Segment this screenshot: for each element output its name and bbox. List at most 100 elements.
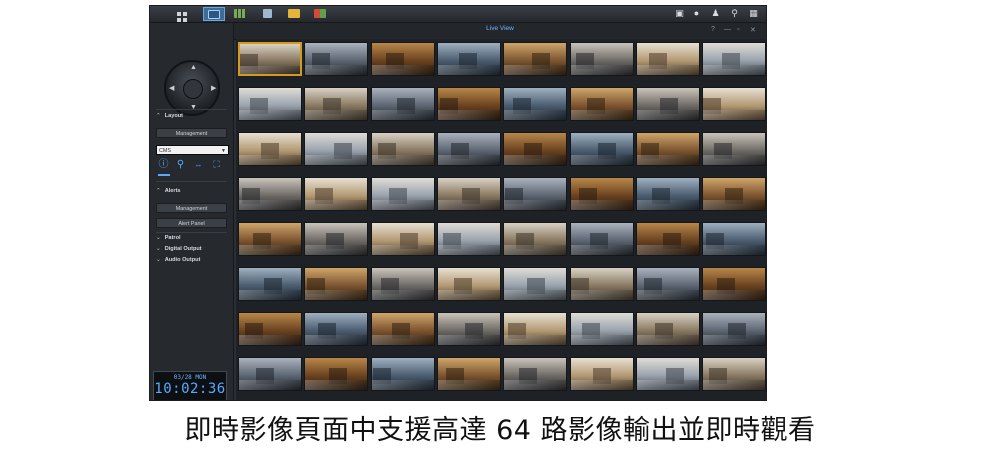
- widgets-icon[interactable]: ▦: [748, 8, 759, 19]
- camera-tile[interactable]: [238, 87, 302, 121]
- camera-tile[interactable]: [702, 357, 766, 391]
- camera-tile[interactable]: [635, 132, 700, 166]
- camera-tile[interactable]: [238, 267, 302, 301]
- camera-tile[interactable]: [238, 42, 302, 76]
- folder-app-button[interactable]: [284, 7, 306, 21]
- help-button[interactable]: ?: [711, 26, 715, 33]
- camera-tile[interactable]: [569, 177, 634, 211]
- camera-tile[interactable]: [635, 267, 700, 301]
- camera-tile[interactable]: [702, 267, 766, 301]
- camera-tile[interactable]: [503, 177, 568, 211]
- camera-tile[interactable]: [635, 87, 700, 121]
- camera-tile[interactable]: [503, 357, 568, 391]
- location-pin-icon[interactable]: ⚲: [175, 159, 186, 170]
- main-menu-button[interactable]: [172, 7, 194, 22]
- camera-tile[interactable]: [702, 312, 766, 346]
- camera-tile[interactable]: [370, 177, 435, 211]
- camera-tile[interactable]: [436, 312, 501, 346]
- alerts-management-button[interactable]: Management: [156, 203, 227, 213]
- camera-tile[interactable]: [436, 267, 501, 301]
- camera-tile[interactable]: [370, 222, 435, 256]
- camera-tile[interactable]: [304, 177, 369, 211]
- digital-output-section-header[interactable]: ⌄ Digital Output: [156, 246, 202, 252]
- camera-tile[interactable]: [436, 177, 501, 211]
- camera-tile[interactable]: [635, 42, 700, 76]
- camera-tile[interactable]: [304, 222, 369, 256]
- camera-feed-highlight: [371, 380, 434, 390]
- camera-tile[interactable]: [238, 177, 302, 211]
- minimize-button[interactable]: —: [724, 26, 731, 33]
- camera-tile[interactable]: [569, 42, 634, 76]
- camera-tile[interactable]: [635, 222, 700, 256]
- camera-tile[interactable]: [503, 132, 568, 166]
- ptz-left-arrow-icon[interactable]: ◀: [169, 84, 174, 92]
- camera-feed-highlight: [305, 65, 368, 75]
- camera-tile[interactable]: [569, 312, 634, 346]
- camera-tile[interactable]: [238, 312, 302, 346]
- ptz-control-pad[interactable]: ▲ ▼ ◀ ▶: [164, 60, 220, 116]
- layout-dropdown[interactable]: CMS ▼: [156, 145, 229, 155]
- alert-panel-button[interactable]: Alert Panel: [156, 218, 227, 228]
- camera-tile[interactable]: [370, 312, 435, 346]
- camera-tile[interactable]: [304, 87, 369, 121]
- live-view-app-button[interactable]: [203, 7, 225, 21]
- camera-tile[interactable]: [436, 87, 501, 121]
- restore-button[interactable]: ▫: [737, 26, 739, 33]
- lock-icon[interactable]: ▣: [674, 8, 685, 19]
- layout-management-button[interactable]: Management: [156, 128, 227, 138]
- camera-tile[interactable]: [370, 267, 435, 301]
- timeline-app-button[interactable]: [230, 7, 252, 21]
- camera-tile[interactable]: [635, 357, 700, 391]
- layout-section-header[interactable]: ⌃ Layout: [156, 113, 183, 119]
- camera-tile[interactable]: [569, 222, 634, 256]
- audio-output-section-header[interactable]: ⌄ Audio Output: [156, 257, 200, 263]
- camera-tile[interactable]: [238, 132, 302, 166]
- camera-tile[interactable]: [702, 177, 766, 211]
- camera-tile[interactable]: [503, 87, 568, 121]
- camera-tile[interactable]: [503, 312, 568, 346]
- log-app-button[interactable]: [310, 7, 332, 21]
- camera-tile[interactable]: [702, 87, 766, 121]
- camera-tile[interactable]: [370, 357, 435, 391]
- camera-tile[interactable]: [436, 132, 501, 166]
- camera-tile[interactable]: [635, 312, 700, 346]
- camera-tile[interactable]: [370, 132, 435, 166]
- user-icon[interactable]: ♟: [710, 8, 721, 19]
- camera-tile[interactable]: [702, 42, 766, 76]
- ptz-right-arrow-icon[interactable]: ▶: [211, 84, 216, 92]
- camera-tile[interactable]: [503, 222, 568, 256]
- camera-tile[interactable]: [370, 87, 435, 121]
- camera-tile[interactable]: [702, 132, 766, 166]
- camera-tile[interactable]: [304, 267, 369, 301]
- camera-tile[interactable]: [304, 312, 369, 346]
- camera-tile[interactable]: [635, 177, 700, 211]
- chat-icon[interactable]: ●: [691, 8, 702, 19]
- camera-feed-highlight: [371, 155, 434, 165]
- info-icon[interactable]: ⓘ: [158, 159, 169, 170]
- camera-tile[interactable]: [569, 267, 634, 301]
- camera-tile[interactable]: [503, 42, 568, 76]
- camera-tile[interactable]: [304, 132, 369, 166]
- camera-tile[interactable]: [436, 357, 501, 391]
- camera-tile[interactable]: [569, 87, 634, 121]
- camera-tile[interactable]: [436, 42, 501, 76]
- fullscreen-icon[interactable]: ⛶: [211, 159, 222, 170]
- camera-tile[interactable]: [436, 222, 501, 256]
- camera-tile[interactable]: [238, 357, 302, 391]
- close-button[interactable]: ✕: [750, 26, 756, 34]
- alerts-section-header[interactable]: ⌃ Alerts: [156, 188, 181, 194]
- search-icon[interactable]: ⚲: [729, 8, 740, 19]
- camera-tile[interactable]: [304, 357, 369, 391]
- ptz-home-button[interactable]: [183, 79, 203, 99]
- camera-tile[interactable]: [503, 267, 568, 301]
- fit-icon[interactable]: ↔: [193, 159, 204, 170]
- camera-tile[interactable]: [569, 132, 634, 166]
- camera-tile[interactable]: [370, 42, 435, 76]
- camera-tile[interactable]: [304, 42, 369, 76]
- camera-tile[interactable]: [702, 222, 766, 256]
- patrol-section-header[interactable]: ⌄ Patrol: [156, 235, 181, 241]
- camera-tile[interactable]: [238, 222, 302, 256]
- ptz-up-arrow-icon[interactable]: ▲: [190, 64, 197, 71]
- camera-tile[interactable]: [569, 357, 634, 391]
- camera-app-button[interactable]: [257, 7, 279, 21]
